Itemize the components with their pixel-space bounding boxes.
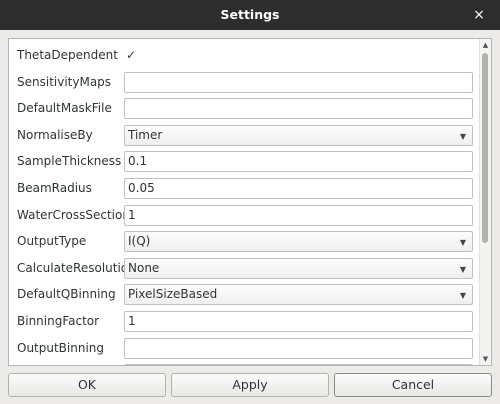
- vertical-scrollbar[interactable]: ▲ ▼: [479, 39, 491, 365]
- setting-label: ThetaDependent: [17, 48, 118, 62]
- dropdown-value: None: [128, 260, 160, 275]
- setting-row: SampleThickness 0.1: [9, 148, 481, 175]
- dropdown-value: I(Q): [128, 234, 151, 249]
- apply-button[interactable]: Apply: [171, 373, 329, 397]
- setting-label: BinningFactor: [17, 313, 100, 328]
- scroll-up-icon[interactable]: ▲: [480, 40, 491, 50]
- text-input[interactable]: 0.05: [124, 177, 473, 199]
- setting-row: OutputBinning: [9, 335, 481, 362]
- ok-button[interactable]: OK: [8, 373, 166, 397]
- text-input[interactable]: [124, 71, 473, 93]
- scrollbar-thumb[interactable]: [482, 53, 488, 243]
- setting-row: NPixelDivision 1: [9, 361, 481, 365]
- setting-row: WaterCrossSection 1: [9, 202, 481, 229]
- setting-label: SampleThickness: [17, 154, 122, 169]
- chevron-down-icon: ▼: [459, 238, 466, 248]
- dropdown-value: Timer: [128, 127, 163, 142]
- dropdown-value: PixelSizeBased: [128, 287, 218, 302]
- setting-row: NormaliseBy Timer ▼: [9, 122, 481, 149]
- text-input[interactable]: [124, 98, 473, 120]
- dropdown-select[interactable]: None ▼: [124, 257, 473, 279]
- setting-label: DefaultQBinning: [17, 287, 116, 302]
- setting-row: DefaultMaskFile: [9, 95, 481, 122]
- settings-panel: ThetaDependent ✓ SensitivityMaps DefaultMas…: [8, 38, 492, 366]
- setting-label: OutputType: [17, 234, 87, 249]
- dropdown-select[interactable]: I(Q) ▼: [124, 231, 473, 253]
- setting-label: OutputBinning: [17, 340, 105, 355]
- setting-row: BeamRadius 0.05: [9, 175, 481, 202]
- setting-row: SensitivityMaps: [9, 69, 481, 96]
- setting-label: NPixelDivision: [17, 361, 101, 365]
- chevron-down-icon: ▼: [459, 131, 466, 141]
- checkbox[interactable]: ✓: [124, 48, 138, 62]
- setting-label: WaterCrossSection: [17, 207, 130, 222]
- text-input[interactable]: 1: [124, 204, 473, 226]
- settings-list: ThetaDependent ✓ SensitivityMaps DefaultMas…: [9, 42, 481, 365]
- setting-row: OutputType I(Q) ▼: [9, 228, 481, 255]
- text-input[interactable]: [124, 337, 473, 359]
- setting-row: ThetaDependent ✓: [9, 42, 481, 69]
- chevron-down-icon: ▼: [459, 291, 466, 301]
- setting-label: BeamRadius: [17, 180, 92, 195]
- setting-row: DefaultQBinning PixelSizeBased ▼: [9, 281, 481, 308]
- cancel-button[interactable]: Cancel: [334, 373, 492, 397]
- setting-row: CalculateResolution None ▼: [9, 255, 481, 282]
- window-title: Settings: [220, 7, 280, 22]
- text-input[interactable]: 1: [124, 364, 473, 365]
- setting-row: BinningFactor 1: [9, 308, 481, 335]
- setting-label: DefaultMaskFile: [17, 101, 112, 116]
- text-input[interactable]: 0.1: [124, 151, 473, 173]
- dropdown-select[interactable]: PixelSizeBased ▼: [124, 284, 473, 306]
- title-bar: Settings ×: [0, 0, 500, 30]
- dropdown-select[interactable]: Timer ▼: [124, 124, 473, 146]
- chevron-down-icon: ▼: [459, 264, 466, 274]
- setting-label: SensitivityMaps: [17, 74, 112, 89]
- setting-label: CalculateResolution: [17, 260, 136, 275]
- close-icon[interactable]: ×: [470, 6, 488, 24]
- text-input[interactable]: 1: [124, 310, 473, 332]
- setting-label: NormaliseBy: [17, 127, 93, 142]
- scroll-down-icon[interactable]: ▼: [480, 354, 491, 364]
